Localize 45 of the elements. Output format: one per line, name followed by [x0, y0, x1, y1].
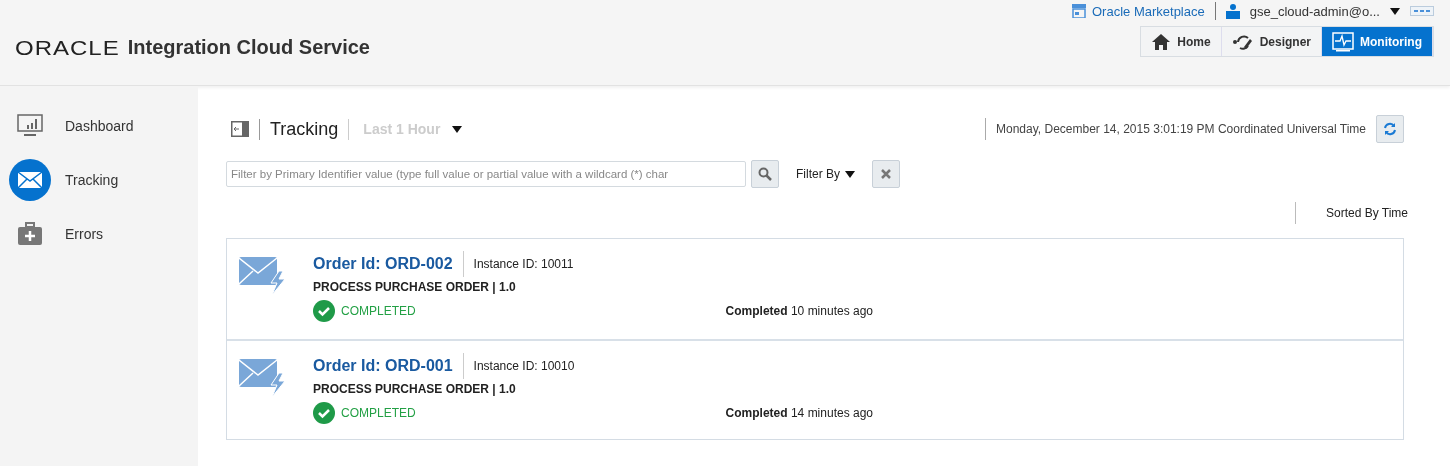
product-name: Integration Cloud Service [127, 36, 370, 59]
envelope-icon [17, 171, 43, 189]
clear-filter-button[interactable] [872, 160, 900, 188]
filter-by-dropdown[interactable]: Filter By [790, 166, 861, 182]
connection-icon [1231, 32, 1254, 51]
sidebar-item[interactable]: Dashboard [0, 104, 198, 148]
search-button[interactable] [751, 160, 779, 188]
caret-icon [845, 170, 855, 178]
house-icon [1151, 32, 1172, 51]
sidebar-label: Dashboard [65, 118, 134, 134]
status-text: COMPLETED [341, 304, 416, 318]
integration-name: PROCESS PURCHASE ORDER | 1.0 [313, 280, 517, 294]
order-id-link[interactable]: Order Id: ORD-001 [313, 353, 464, 379]
first-aid-kit-icon [17, 222, 43, 246]
nav-tab[interactable]: Monitoring [1322, 27, 1433, 56]
order-id-link[interactable]: Order Id: ORD-002 [313, 251, 464, 277]
timestamp: Monday, December 14, 2015 3:01:19 PM Coordinated Universal Time [985, 118, 1366, 140]
sort-label[interactable]: Sorted By Time [1294, 202, 1408, 224]
caret-icon [1390, 7, 1400, 15]
marketplace-link[interactable]: Oracle Marketplace [1072, 3, 1205, 19]
sidebar-item[interactable]: Tracking [0, 158, 198, 202]
search-icon [758, 167, 772, 181]
instance-id: Instance ID: 10011 [472, 257, 574, 271]
sidebar-item[interactable]: Errors [0, 212, 198, 256]
monitor-chart-icon [17, 114, 43, 138]
menu-icon[interactable] [1410, 6, 1434, 16]
user-name[interactable]: gse_cloud-admin@o... [1249, 3, 1380, 19]
completion-time: Completed 14 minutes ago [725, 406, 873, 420]
filter-input[interactable]: Filter by Primary Identifier value (type full value or partial value with a wildcard (*) char [226, 161, 746, 187]
refresh-icon [1383, 122, 1397, 136]
caret-icon [452, 125, 463, 133]
page-title: Tracking [259, 118, 350, 140]
status-text: COMPLETED [341, 406, 416, 420]
integration-name: PROCESS PURCHASE ORDER | 1.0 [313, 382, 517, 396]
sidebar-label: Errors [65, 226, 104, 242]
refresh-button[interactable] [1376, 115, 1404, 143]
storefront-icon [1072, 4, 1086, 18]
instance-id: Instance ID: 10010 [472, 359, 575, 373]
completion-time: Completed 10 minutes ago [725, 304, 873, 318]
oracle-logo: ORACLE [15, 35, 120, 60]
user-icon [1225, 3, 1240, 19]
monitor-icon [1332, 31, 1354, 52]
collapse-panel-icon[interactable] [231, 121, 249, 137]
sidebar-label: Tracking [65, 172, 119, 188]
close-icon [881, 169, 891, 179]
